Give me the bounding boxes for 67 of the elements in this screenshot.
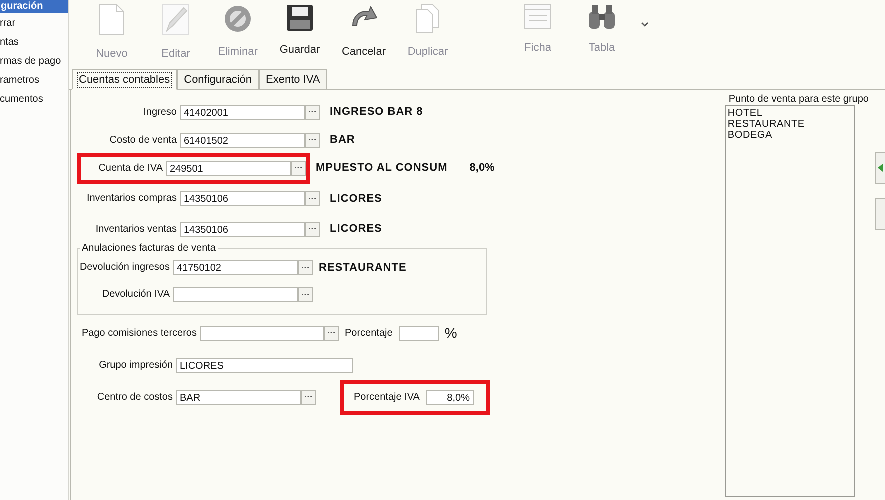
chevron-down-icon[interactable] xyxy=(641,22,649,28)
ellipsis-button[interactable] xyxy=(291,160,306,176)
field-label: Cuenta de IVA xyxy=(98,162,164,174)
pencil-icon xyxy=(162,4,190,36)
group-legend: Anulaciones facturas de venta xyxy=(80,243,218,254)
input-field[interactable]: BAR xyxy=(176,390,301,404)
input-field[interactable] xyxy=(173,287,298,302)
field-label: Porcentaje IVA xyxy=(354,392,420,402)
tab[interactable]: Configuración xyxy=(177,69,259,89)
rate-text: 8,0% xyxy=(470,162,495,174)
ellipsis-button[interactable] xyxy=(305,222,320,236)
ellipsis-button[interactable] xyxy=(305,104,320,120)
ellipsis-button[interactable] xyxy=(301,390,316,404)
sidebar-item[interactable]: cumentos xyxy=(0,94,68,107)
field-label: Costo de venta xyxy=(108,134,178,146)
sidebar-item[interactable]: rmas de pago xyxy=(0,56,68,69)
input-field[interactable]: 14350106 xyxy=(180,191,305,206)
input-field[interactable]: 61401502 xyxy=(180,132,305,148)
list-legend: Punto de venta para este grupo xyxy=(728,94,869,105)
arrow-icon xyxy=(878,164,883,172)
input-field[interactable]: 8,0% xyxy=(426,390,474,404)
input-field[interactable]: LICORES xyxy=(176,358,353,372)
copy-icon xyxy=(415,4,441,34)
percent-field[interactable] xyxy=(398,326,439,340)
list-item[interactable]: HOTEL xyxy=(728,108,852,119)
account-description: MPUESTO AL CONSUM xyxy=(316,162,448,174)
field-label: Pago comisiones terceros xyxy=(80,328,198,338)
unit-label: % xyxy=(444,325,458,341)
ellipsis-button[interactable] xyxy=(305,132,320,148)
list-box[interactable]: HOTEL RESTAURANTE BODEGA xyxy=(724,105,855,497)
no-entry-icon xyxy=(223,4,253,34)
ellipsis-button[interactable] xyxy=(305,191,320,206)
input-field[interactable]: 41402001 xyxy=(180,104,305,120)
field-label: Devolución IVA xyxy=(101,289,171,300)
account-description: LICORES xyxy=(330,223,382,235)
form-icon xyxy=(524,4,552,30)
list-item[interactable]: RESTAURANTE xyxy=(728,119,852,130)
field-label: Porcentaje xyxy=(345,328,393,338)
account-description: RESTAURANTE xyxy=(319,262,407,274)
field-label: Inventarios compras xyxy=(86,193,178,204)
sidebar-item[interactable]: rrar xyxy=(0,18,68,31)
toolbar-button[interactable]: Cancelar xyxy=(333,0,395,68)
tab[interactable]: Cuentas contables xyxy=(72,69,178,90)
sidebar-header-title: guración xyxy=(1,1,44,12)
add-button[interactable] xyxy=(875,152,885,184)
list-item[interactable]: BODEGA xyxy=(728,130,852,141)
field-label: Grupo impresión xyxy=(98,360,174,370)
ellipsis-button[interactable] xyxy=(324,326,339,340)
tab[interactable]: Exento IVA xyxy=(259,69,328,89)
ellipsis-button[interactable] xyxy=(298,260,313,275)
field-label: Centro de costos xyxy=(96,392,174,402)
binoculars-icon xyxy=(587,4,617,30)
ellipsis-button[interactable] xyxy=(298,287,313,302)
input-field[interactable]: 14350106 xyxy=(180,222,305,236)
account-description: BAR xyxy=(330,134,356,146)
document-icon xyxy=(99,4,125,36)
sidebar-item[interactable]: ntas xyxy=(0,37,68,50)
input-field[interactable] xyxy=(200,326,324,340)
account-description: INGRESO BAR 8 xyxy=(330,106,424,118)
field-label: Inventarios ventas xyxy=(94,224,178,234)
input-field[interactable]: 41750102 xyxy=(173,260,298,275)
field-label: Ingreso xyxy=(142,106,178,118)
sidebar-item[interactable]: rametros xyxy=(0,75,68,88)
field-label: Devolución ingresos xyxy=(78,262,171,273)
account-description: LICORES xyxy=(330,192,382,204)
toolbar-button[interactable]: Guardar xyxy=(269,0,331,68)
input-field[interactable]: 249501 xyxy=(166,160,291,176)
